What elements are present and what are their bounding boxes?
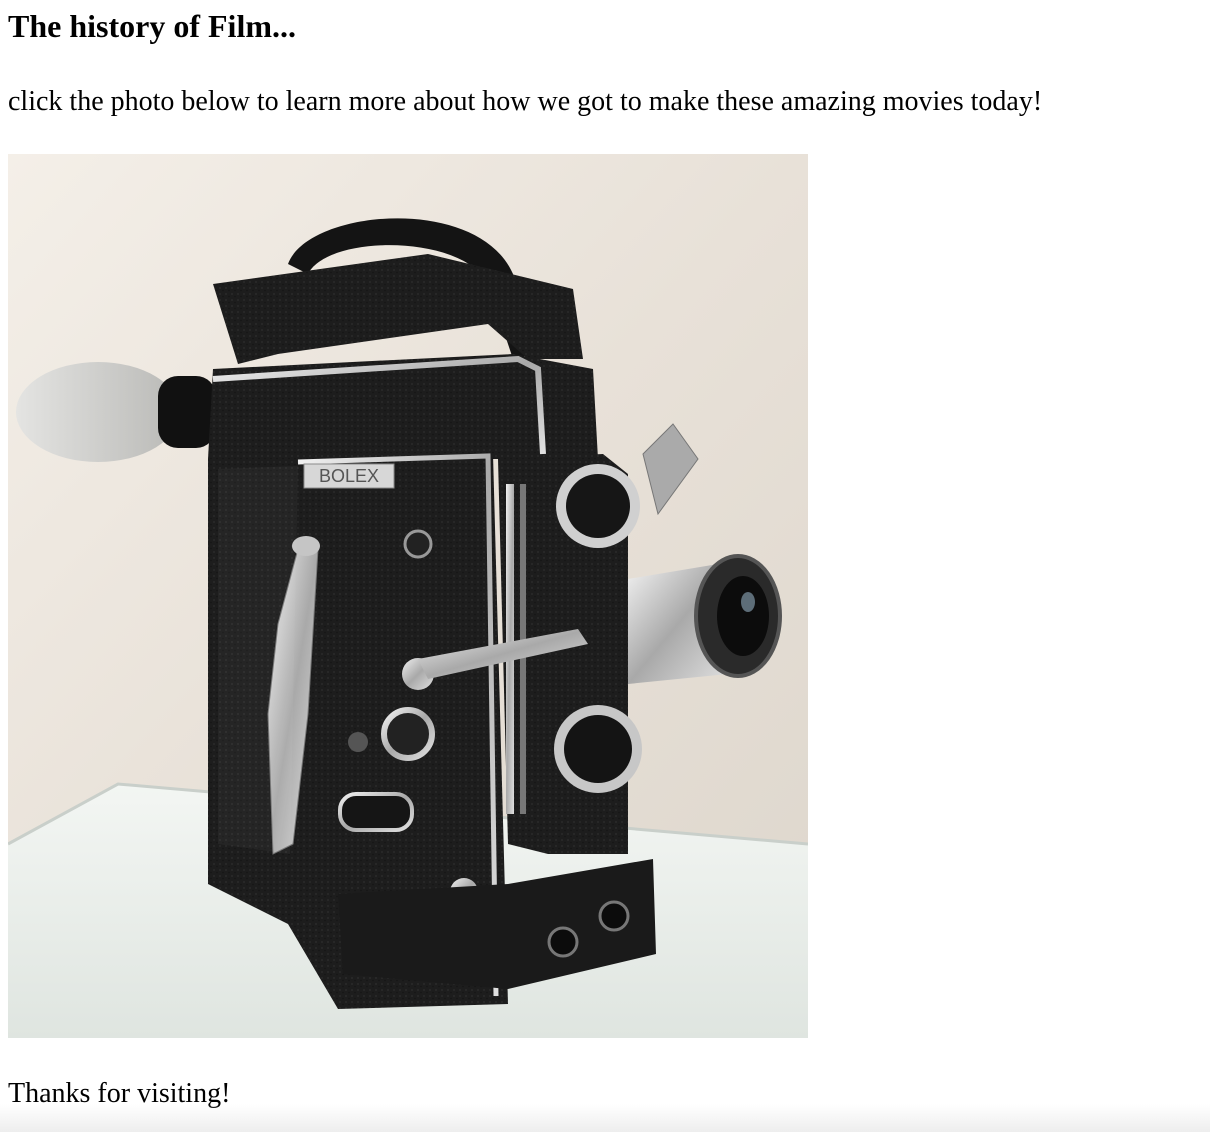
brand-lettering: BOLEX xyxy=(319,466,379,486)
camera-photo[interactable]: BOLEX xyxy=(8,154,808,1038)
window-bottom-edge xyxy=(0,1104,1210,1132)
eyepiece-cup xyxy=(16,362,180,462)
camera-photo-link[interactable]: BOLEX xyxy=(8,154,808,1038)
intro-text: click the photo below to learn more abou… xyxy=(8,86,1043,117)
page-title: The history of Film... xyxy=(8,8,296,44)
